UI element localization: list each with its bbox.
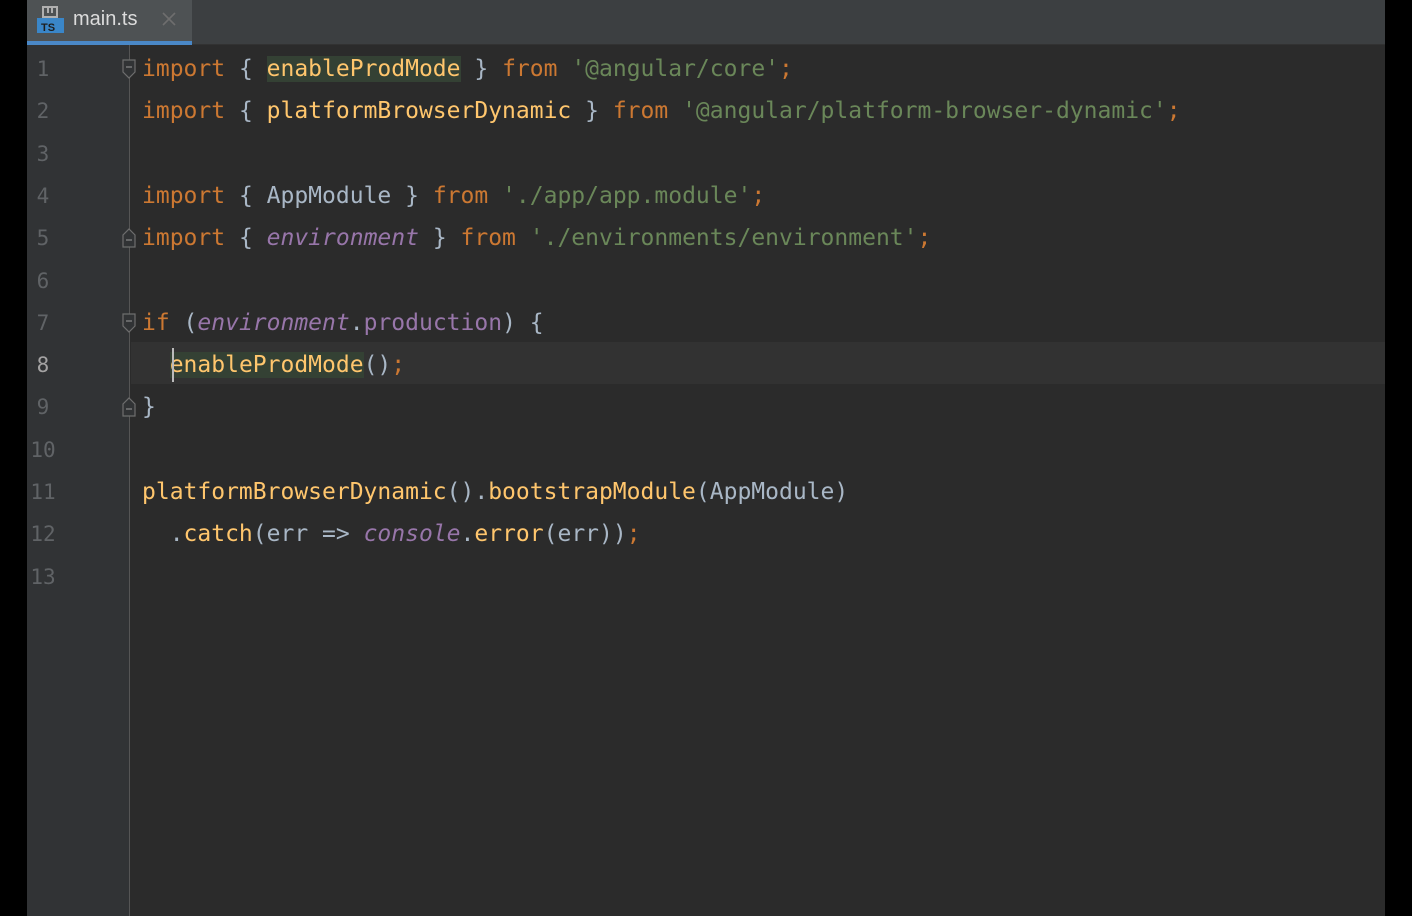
code-token: bootstrapModule: [488, 479, 696, 505]
code-token: platformBrowserDynamic: [267, 98, 572, 124]
line-number: 7: [27, 302, 59, 344]
code-token: './environments/environment': [530, 225, 918, 251]
code-token: error: [474, 521, 543, 547]
text-caret: [172, 348, 174, 382]
code-token: { AppModule }: [225, 183, 433, 209]
line-number: 6: [27, 260, 59, 302]
line-number: 5: [27, 217, 59, 259]
code-token: ;: [1167, 98, 1181, 124]
line-number: 2: [27, 90, 59, 132]
code-line[interactable]: import { enableProdMode } from '@angular…: [142, 48, 793, 90]
code-token: (: [170, 310, 198, 336]
ide-window: TS main.ts 12345678910111213 import { en…: [27, 0, 1385, 916]
line-number-gutter: 12345678910111213: [27, 45, 130, 916]
code-token: [142, 352, 170, 378]
code-token: import: [142, 56, 225, 82]
code-token: [557, 56, 571, 82]
code-token: ) {: [502, 310, 544, 336]
tab-main-ts[interactable]: TS main.ts: [27, 0, 192, 45]
code-token: }: [142, 394, 156, 420]
code-line[interactable]: import { environment } from './environme…: [142, 217, 931, 259]
code-token: ;: [751, 183, 765, 209]
code-token: {: [225, 98, 267, 124]
code-token: ;: [918, 225, 932, 251]
code-line[interactable]: import { AppModule } from './app/app.mod…: [142, 175, 765, 217]
code-token: .: [461, 521, 475, 547]
code-token: production: [364, 310, 502, 336]
code-token: ;: [627, 521, 641, 547]
close-icon[interactable]: [160, 10, 178, 28]
code-token: './app/app.module': [502, 183, 751, 209]
line-number: 1: [27, 48, 59, 90]
line-number: 3: [27, 133, 59, 175]
code-token: import: [142, 225, 225, 251]
code-line[interactable]: enableProdMode();: [142, 344, 405, 386]
code-token: (): [364, 352, 392, 378]
code-token: {: [225, 225, 267, 251]
code-token: if: [142, 310, 170, 336]
code-token: }: [461, 56, 503, 82]
line-number: 12: [27, 513, 59, 555]
code-token: enableProdMode: [267, 56, 461, 82]
code-token: catch: [184, 521, 253, 547]
line-number: 11: [27, 471, 59, 513]
code-token: import: [142, 183, 225, 209]
code-token: .: [350, 310, 364, 336]
tab-label: main.ts: [73, 7, 137, 31]
line-number: 8: [27, 344, 59, 386]
code-token: from: [433, 183, 488, 209]
code-token: }: [571, 98, 613, 124]
code-token: enableProdMode: [170, 352, 364, 378]
line-number: 13: [27, 556, 59, 598]
code-token: console: [364, 521, 461, 547]
code-line[interactable]: platformBrowserDynamic().bootstrapModule…: [142, 471, 848, 513]
editor-tab-bar: TS main.ts: [27, 0, 1385, 45]
typescript-file-icon: TS: [36, 6, 66, 34]
code-token: environment: [197, 310, 349, 336]
code-line[interactable]: .catch(err => console.error(err));: [142, 513, 641, 555]
line-number: 4: [27, 175, 59, 217]
code-token: (err =>: [253, 521, 364, 547]
code-token: {: [225, 56, 267, 82]
code-token: (err)): [544, 521, 627, 547]
code-token: '@angular/core': [571, 56, 779, 82]
code-token: (AppModule): [696, 479, 848, 505]
code-token: ().: [447, 479, 489, 505]
line-number: 9: [27, 386, 59, 428]
code-token: ;: [391, 352, 405, 378]
code-token: environment: [267, 225, 419, 251]
code-token: .: [142, 521, 184, 547]
code-token: from: [461, 225, 516, 251]
code-token: platformBrowserDynamic: [142, 479, 447, 505]
code-token: from: [502, 56, 557, 82]
line-number: 10: [27, 429, 59, 471]
code-token: [516, 225, 530, 251]
code-token: ;: [779, 56, 793, 82]
code-token: from: [613, 98, 668, 124]
code-area[interactable]: import { enableProdMode } from '@angular…: [131, 45, 1385, 916]
code-token: '@angular/platform-browser-dynamic': [682, 98, 1167, 124]
code-token: }: [419, 225, 461, 251]
code-token: [668, 98, 682, 124]
code-line[interactable]: }: [142, 386, 156, 428]
code-token: import: [142, 98, 225, 124]
code-editor[interactable]: 12345678910111213 import { enableProdMod…: [27, 45, 1385, 916]
code-token: [488, 183, 502, 209]
tab-icon-badge: TS: [41, 22, 55, 34]
code-line[interactable]: import { platformBrowserDynamic } from '…: [142, 90, 1181, 132]
code-line[interactable]: if (environment.production) {: [142, 302, 544, 344]
